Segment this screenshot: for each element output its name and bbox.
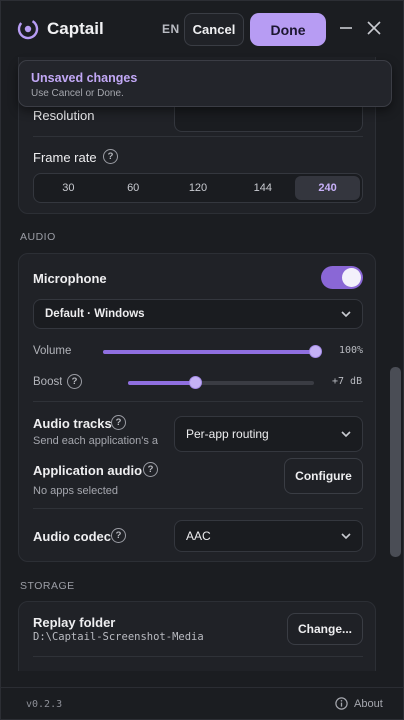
audio-section-label: AUDIO — [20, 231, 56, 243]
audio-codec-label: Audio codec — [33, 529, 112, 544]
audio-tracks-value: Per-app routing — [186, 427, 269, 441]
microphone-device-value: Default · Windows — [45, 308, 145, 320]
boost-help-icon[interactable]: ? — [67, 374, 82, 389]
done-button[interactable]: Done — [250, 13, 326, 46]
frame-rate-option-240[interactable]: 240 — [295, 176, 360, 200]
chevron-down-icon — [341, 311, 351, 318]
resolution-label: Resolution — [33, 108, 95, 123]
frame-rate-option-144[interactable]: 144 — [230, 176, 295, 200]
version-label: v0.2.3 — [26, 699, 63, 710]
footer: v0.2.3 About — [1, 687, 403, 719]
info-icon — [335, 697, 348, 710]
storage-section-label: STORAGE — [20, 580, 75, 592]
microphone-device-select[interactable]: Default · Windows — [33, 299, 363, 329]
divider — [33, 508, 363, 509]
boost-slider[interactable] — [128, 376, 314, 389]
scrollbar-thumb[interactable] — [390, 367, 401, 557]
frame-rate-option-30[interactable]: 30 — [36, 176, 101, 200]
volume-label: Volume — [33, 345, 72, 357]
divider — [33, 656, 363, 657]
minimize-icon[interactable] — [335, 17, 357, 39]
volume-slider[interactable] — [103, 345, 322, 358]
storage-card: Replay folder D:\Captail-Screenshot-Medi… — [18, 601, 376, 671]
chevron-down-icon — [341, 533, 351, 540]
replay-folder-label: Replay folder — [33, 615, 116, 630]
title-bar: Captail EN Cancel Done — [1, 1, 403, 57]
frame-rate-segmented-control: 30 60 120 144 240 — [33, 173, 363, 203]
banner-subtitle: Use Cancel or Done. — [31, 88, 124, 99]
unsaved-changes-banner: Unsaved changes Use Cancel or Done. — [18, 60, 392, 107]
audio-codec-value: AAC — [186, 529, 211, 543]
captail-logo-icon — [17, 18, 39, 40]
configure-button[interactable]: Configure — [284, 458, 363, 494]
chevron-down-icon — [341, 431, 351, 438]
boost-slider-fill — [128, 381, 195, 385]
toggle-knob — [342, 268, 361, 287]
change-folder-button[interactable]: Change... — [287, 613, 363, 645]
volume-slider-fill — [103, 350, 315, 354]
close-icon[interactable] — [363, 17, 385, 39]
app-name: Captail — [47, 19, 104, 38]
microphone-label: Microphone — [33, 271, 107, 286]
cancel-button[interactable]: Cancel — [184, 13, 244, 46]
application-audio-label: Application audio — [33, 463, 143, 478]
boost-value: +7 dB — [332, 376, 363, 387]
volume-slider-thumb[interactable] — [309, 345, 322, 358]
audio-tracks-help-icon[interactable]: ? — [111, 415, 126, 430]
microphone-toggle[interactable] — [321, 266, 363, 289]
audio-tracks-description: Send each application's a — [33, 435, 159, 447]
replay-folder-path: D:\Captail-Screenshot-Media — [33, 631, 204, 643]
frame-rate-option-120[interactable]: 120 — [166, 176, 231, 200]
about-link[interactable]: About — [335, 697, 383, 710]
frame-rate-label: Frame rate — [33, 150, 97, 165]
boost-slider-thumb[interactable] — [188, 376, 202, 389]
about-label: About — [354, 697, 383, 710]
application-audio-status: No apps selected — [33, 485, 118, 497]
divider — [33, 136, 363, 137]
audio-codec-select[interactable]: AAC — [174, 520, 363, 552]
frame-rate-help-icon[interactable]: ? — [103, 149, 118, 164]
settings-scroll-area[interactable]: Resolution Frame rate ? 30 60 120 144 24… — [1, 57, 403, 671]
audio-codec-help-icon[interactable]: ? — [111, 528, 126, 543]
boost-label: Boost — [33, 376, 63, 388]
volume-value: 100% — [339, 345, 364, 356]
audio-tracks-select[interactable]: Per-app routing — [174, 416, 363, 452]
divider — [33, 401, 363, 402]
audio-tracks-label: Audio tracks — [33, 416, 112, 431]
frame-rate-option-60[interactable]: 60 — [101, 176, 166, 200]
language-toggle[interactable]: EN — [162, 22, 180, 36]
app-window: Captail EN Cancel Done Unsaved changes U… — [0, 0, 404, 720]
application-audio-help-icon[interactable]: ? — [143, 462, 158, 477]
audio-card: Microphone Default · Windows Volume 100%… — [18, 253, 376, 562]
banner-title: Unsaved changes — [31, 71, 138, 85]
